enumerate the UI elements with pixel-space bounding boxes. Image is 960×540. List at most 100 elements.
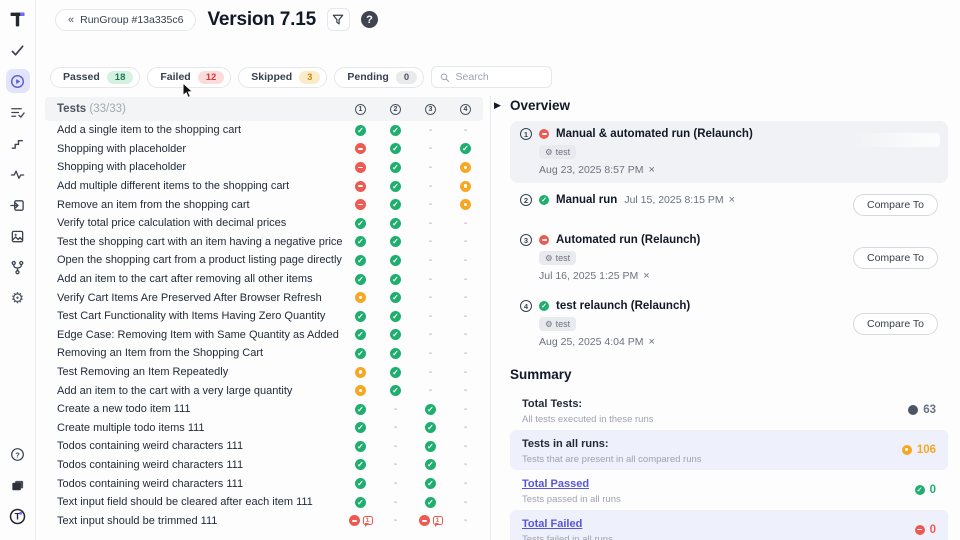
status-cell[interactable]: ✓: [448, 143, 483, 154]
status-cell[interactable]: -: [448, 236, 483, 247]
status-cell[interactable]: ✓: [413, 441, 448, 452]
status-cell[interactable]: ✓: [343, 236, 378, 247]
status-cell[interactable]: -: [378, 422, 413, 433]
test-name[interactable]: Text input should be trimmed 111: [45, 515, 343, 527]
test-name[interactable]: Edge Case: Removing Item with Same Quant…: [45, 329, 343, 341]
status-cell[interactable]: -: [413, 218, 448, 229]
test-name[interactable]: Todos containing weird characters 111: [45, 459, 343, 471]
run-title[interactable]: Automated run (Relaunch): [556, 234, 700, 246]
remove-run-icon[interactable]: ×: [729, 194, 735, 206]
help-circle-icon[interactable]: ?: [6, 442, 30, 466]
rungroup-back-button[interactable]: « RunGroup #13a335c6: [55, 9, 196, 31]
filter-chip-pending[interactable]: Pending0: [334, 67, 424, 88]
runs-play-icon[interactable]: [6, 69, 30, 93]
test-name[interactable]: Shopping with placeholder: [45, 161, 343, 173]
status-cell[interactable]: -: [448, 478, 483, 489]
test-name[interactable]: Open the shopping cart from a product li…: [45, 254, 343, 266]
status-cell[interactable]: -: [448, 385, 483, 396]
status-cell[interactable]: [343, 385, 378, 396]
status-cell[interactable]: -: [413, 329, 448, 340]
run-title[interactable]: Manual & automated run (Relaunch): [556, 128, 753, 140]
status-cell[interactable]: ✓: [343, 459, 378, 470]
status-cell[interactable]: ✓: [378, 125, 413, 136]
summary-label[interactable]: Total Failed: [522, 518, 582, 530]
test-name[interactable]: Text input field should be cleared after…: [45, 496, 343, 508]
status-cell[interactable]: [343, 367, 378, 378]
import-icon[interactable]: [6, 193, 30, 217]
status-cell[interactable]: [343, 162, 378, 173]
status-cell[interactable]: ✓: [378, 255, 413, 266]
test-name[interactable]: Todos containing weird characters 111: [45, 440, 343, 452]
search-box[interactable]: [431, 66, 552, 88]
test-name[interactable]: Test Removing an Item Repeatedly: [45, 366, 343, 378]
media-image-icon[interactable]: [6, 224, 30, 248]
test-name[interactable]: Removing an Item from the Shopping Cart: [45, 347, 343, 359]
status-cell[interactable]: [343, 292, 378, 303]
status-cell[interactable]: -: [448, 125, 483, 136]
status-cell[interactable]: -: [413, 348, 448, 359]
test-name[interactable]: Test Cart Functionality with Items Havin…: [45, 310, 343, 322]
status-cell[interactable]: ✓: [378, 292, 413, 303]
status-cell[interactable]: -: [378, 497, 413, 508]
status-cell[interactable]: [343, 199, 378, 210]
status-cell[interactable]: [448, 181, 483, 192]
test-name[interactable]: Add a single item to the shopping cart: [45, 124, 343, 136]
status-cell[interactable]: ✓: [378, 367, 413, 378]
status-cell[interactable]: ✓: [413, 422, 448, 433]
test-plans-checklist-icon[interactable]: [6, 100, 30, 124]
settings-gear-icon[interactable]: ⚙: [6, 286, 30, 310]
status-cell[interactable]: ✓: [413, 404, 448, 415]
status-cell[interactable]: -: [413, 181, 448, 192]
test-name[interactable]: Add an item to the cart after removing a…: [45, 273, 343, 285]
status-cell[interactable]: ✓: [343, 311, 378, 322]
status-cell[interactable]: ✓: [378, 236, 413, 247]
remove-run-icon[interactable]: ×: [649, 164, 655, 176]
status-cell[interactable]: ✓: [378, 348, 413, 359]
status-cell[interactable]: [448, 162, 483, 173]
status-cell[interactable]: -: [448, 329, 483, 340]
status-cell[interactable]: -: [448, 497, 483, 508]
status-cell[interactable]: -: [448, 515, 483, 526]
status-cell[interactable]: ✓: [343, 478, 378, 489]
status-cell[interactable]: ✓: [378, 274, 413, 285]
status-cell[interactable]: ✓: [343, 422, 378, 433]
status-cell[interactable]: ✓: [378, 143, 413, 154]
status-cell[interactable]: -: [378, 441, 413, 452]
status-cell[interactable]: ✓: [343, 218, 378, 229]
status-cell[interactable]: -: [448, 422, 483, 433]
status-cell[interactable]: -: [413, 292, 448, 303]
status-cell[interactable]: -: [413, 199, 448, 210]
status-cell[interactable]: ✓: [343, 329, 378, 340]
status-cell[interactable]: -: [448, 255, 483, 266]
status-cell[interactable]: -: [413, 274, 448, 285]
compare-to-button[interactable]: Compare To: [853, 247, 938, 269]
status-cell[interactable]: -: [378, 459, 413, 470]
status-cell[interactable]: -: [378, 404, 413, 415]
filter-chip-skipped[interactable]: Skipped3: [238, 67, 327, 88]
status-cell[interactable]: ✓: [343, 404, 378, 415]
test-name[interactable]: Create a new todo item 111: [45, 403, 343, 415]
status-cell[interactable]: -: [378, 478, 413, 489]
status-cell[interactable]: ✓: [378, 162, 413, 173]
status-cell[interactable]: -: [448, 459, 483, 470]
remove-run-icon[interactable]: ×: [649, 336, 655, 348]
summary-label[interactable]: Total Passed: [522, 478, 589, 490]
branch-icon[interactable]: [6, 255, 30, 279]
status-cell[interactable]: ✓: [343, 255, 378, 266]
test-name[interactable]: Shopping with placeholder: [45, 143, 343, 155]
status-cell[interactable]: ✓: [378, 218, 413, 229]
analytics-trend-icon[interactable]: [6, 131, 30, 155]
help-button[interactable]: ?: [361, 11, 378, 28]
status-cell[interactable]: -: [413, 255, 448, 266]
run-title[interactable]: Manual run: [556, 194, 617, 206]
status-cell[interactable]: ✓: [378, 329, 413, 340]
status-cell[interactable]: -: [448, 348, 483, 359]
test-name[interactable]: Test the shopping cart with an item havi…: [45, 236, 343, 248]
filter-button[interactable]: [327, 8, 350, 31]
status-cell[interactable]: -: [413, 236, 448, 247]
status-cell[interactable]: -: [378, 515, 413, 526]
status-cell[interactable]: ✓: [343, 497, 378, 508]
status-cell[interactable]: ✓: [343, 348, 378, 359]
test-name[interactable]: Verify total price calculation with deci…: [45, 217, 343, 229]
status-cell[interactable]: ✓: [378, 199, 413, 210]
